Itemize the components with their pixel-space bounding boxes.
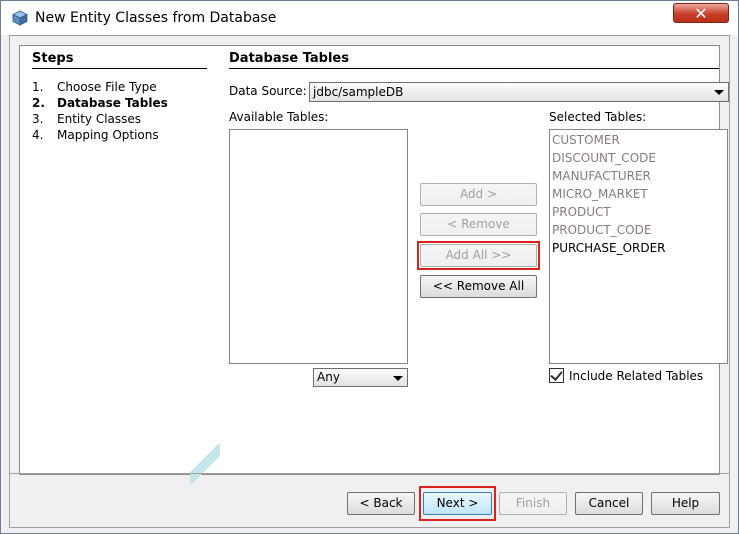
dialog-client-area: Steps 1. Choose File Type 2. Database Tabl… (9, 35, 730, 528)
page-title: Database Tables (229, 51, 349, 66)
step-item: 1. Choose File Type (32, 80, 157, 94)
chevron-down-icon (714, 90, 724, 95)
close-button[interactable]: ✕ (673, 3, 729, 23)
include-related-checkbox[interactable] (549, 368, 564, 383)
finish-button[interactable]: Finish (499, 492, 567, 515)
close-icon: ✕ (694, 4, 708, 23)
back-button[interactable]: < Back (347, 492, 415, 515)
list-item[interactable]: PURCHASE_ORDER (552, 239, 666, 257)
wizard-window: New Entity Classes from Database ✕ Steps… (0, 0, 739, 534)
list-item[interactable]: PRODUCT_CODE (552, 221, 651, 239)
netbeans-watermark (190, 444, 220, 484)
step-item: 3. Entity Classes (32, 112, 142, 126)
list-item[interactable]: MANUFACTURER (552, 167, 651, 185)
include-related-label: Include Related Tables (569, 369, 704, 383)
selected-tables-list[interactable]: CUSTOMER DISCOUNT_CODE MANUFACTURER MICR… (549, 129, 728, 364)
list-item[interactable]: DISCOUNT_CODE (552, 149, 656, 167)
list-item[interactable]: CUSTOMER (552, 131, 620, 149)
list-item[interactable]: PRODUCT (552, 203, 611, 221)
footer-divider (10, 473, 729, 474)
steps-heading: Steps (32, 51, 74, 66)
cancel-button[interactable]: Cancel (575, 492, 643, 515)
add-all-button[interactable]: Add All >> (420, 244, 537, 267)
data-source-value: jdbc/sampleDB (313, 85, 404, 99)
title-bar: New Entity Classes from Database ✕ (1, 1, 738, 35)
chevron-down-icon (393, 376, 403, 381)
remove-button[interactable]: < Remove (420, 213, 537, 236)
title-divider (229, 68, 719, 69)
steps-divider (32, 68, 207, 69)
next-button[interactable]: Next > (423, 492, 492, 515)
list-item[interactable]: MICRO_MARKET (552, 185, 648, 203)
netbeans-cube-icon (12, 10, 28, 26)
checkmark-icon (550, 368, 563, 381)
window-title: New Entity Classes from Database (35, 10, 277, 26)
wizard-panel: Steps 1. Choose File Type 2. Database Tabl… (19, 45, 729, 484)
add-button[interactable]: Add > (420, 183, 537, 206)
selected-tables-label: Selected Tables: (549, 110, 647, 124)
data-source-label: Data Source: (229, 84, 307, 98)
step-item-current: 2. Database Tables (32, 96, 168, 110)
help-button[interactable]: Help (651, 492, 720, 515)
data-source-dropdown[interactable]: jdbc/sampleDB (309, 82, 729, 102)
step-item: 4. Mapping Options (32, 128, 159, 142)
available-tables-label: Available Tables: (229, 110, 329, 124)
table-filter-value: Any (317, 370, 340, 384)
table-filter-dropdown[interactable]: Any (313, 368, 408, 387)
remove-all-button[interactable]: << Remove All (420, 275, 537, 298)
available-tables-list[interactable] (229, 129, 408, 364)
